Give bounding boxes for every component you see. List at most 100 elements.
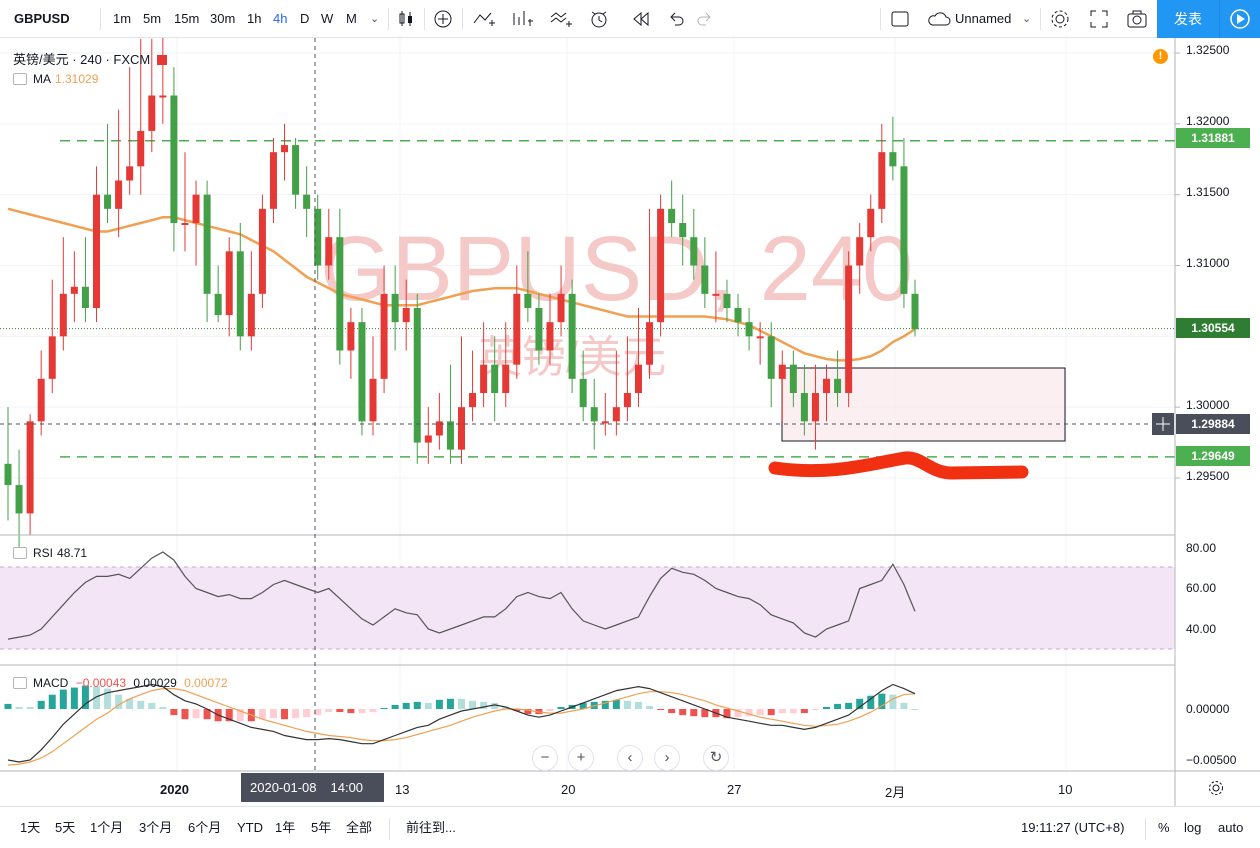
goto-date-button[interactable]: 前往到... xyxy=(406,807,456,848)
interval-d[interactable]: D xyxy=(300,0,309,38)
templates-icon[interactable] xyxy=(549,9,573,29)
macd-lines xyxy=(7,683,916,766)
macd-hist-bar xyxy=(911,709,919,710)
macd-hist-bar xyxy=(789,709,797,714)
macd-hist-bar xyxy=(413,701,421,709)
range-5y[interactable]: 5年 xyxy=(311,807,331,848)
macd-hist-bar xyxy=(800,709,808,714)
chevron-down-icon[interactable]: ⌄ xyxy=(1022,0,1031,38)
range-3m[interactable]: 3个月 xyxy=(139,807,172,848)
replay-icon[interactable] xyxy=(631,9,651,29)
macd-hist-bar xyxy=(679,709,687,716)
range-ytd[interactable]: YTD xyxy=(237,807,263,848)
play-button[interactable] xyxy=(1219,0,1260,38)
axis-settings-icon[interactable] xyxy=(1207,779,1225,797)
ma-legend[interactable]: MA 1.31029 xyxy=(13,72,98,86)
time-label: 2020 xyxy=(160,782,189,797)
level-tag-upper: 1.31881 xyxy=(1176,128,1250,148)
price-tick: 1.31500 xyxy=(1186,185,1230,199)
interval-4h[interactable]: 4h xyxy=(273,0,287,38)
scroll-left-button[interactable]: ‹ xyxy=(617,745,643,771)
candle-body xyxy=(26,421,34,514)
eye-icon[interactable] xyxy=(13,73,27,85)
candle-body xyxy=(524,293,532,308)
auto-toggle[interactable]: auto xyxy=(1218,807,1243,848)
redo-icon[interactable] xyxy=(695,9,715,29)
compare-icon[interactable] xyxy=(472,9,496,29)
toolbar-divider xyxy=(1040,8,1041,30)
rsi-label: RSI xyxy=(33,546,54,560)
price-tick: 1.29500 xyxy=(1186,469,1230,483)
range-6m[interactable]: 6个月 xyxy=(188,807,221,848)
chevron-down-icon[interactable]: ⌄ xyxy=(370,0,379,38)
log-toggle[interactable]: log xyxy=(1184,807,1201,848)
interval-1m[interactable]: 1m xyxy=(113,0,131,38)
macd-hist-bar xyxy=(657,709,665,711)
macd-hist-bar xyxy=(646,705,654,709)
interval-15m[interactable]: 15m xyxy=(174,0,199,38)
symbol-search[interactable]: GBPUSD xyxy=(14,0,70,38)
range-5d[interactable]: 5天 xyxy=(55,807,75,848)
candle-body xyxy=(723,293,731,308)
candle-body xyxy=(590,407,598,422)
percent-toggle[interactable]: % xyxy=(1158,807,1170,848)
rsi-legend[interactable]: RSI 48.71 xyxy=(13,546,87,560)
interval-1h[interactable]: 1h xyxy=(247,0,261,38)
time-label: 10 xyxy=(1058,782,1073,797)
macd-tick: 0.00000 xyxy=(1186,702,1230,716)
add-indicator-icon[interactable] xyxy=(433,9,453,29)
macd-legend[interactable]: MACD −0.00043 0.00029 0.00072 xyxy=(13,676,228,690)
candle-body xyxy=(225,251,233,316)
zoom-out-button[interactable]: − xyxy=(532,745,558,771)
candle-body xyxy=(126,166,134,181)
publish-button[interactable]: 发表 xyxy=(1157,0,1219,38)
candle-body xyxy=(756,336,764,339)
macd-line-path xyxy=(7,683,916,763)
main-legend: 英镑/美元 · 240 · FXCM xyxy=(13,49,167,68)
macd-hist-bar xyxy=(159,706,167,709)
cloud-icon[interactable] xyxy=(926,11,952,27)
candle-body xyxy=(358,322,366,422)
macd-hist-bar xyxy=(446,698,454,709)
candlestick-type-icon[interactable] xyxy=(396,9,416,29)
rsi-tick: 80.00 xyxy=(1186,541,1217,555)
macd-hist-bar xyxy=(435,699,443,709)
camera-icon[interactable] xyxy=(1126,9,1148,29)
layout-name[interactable]: Unnamed xyxy=(955,0,1011,38)
scroll-right-button[interactable]: › xyxy=(654,745,680,771)
chart-canvas[interactable]: GBPUSD, 240 英镑/美元 xyxy=(0,38,1260,806)
candle-body xyxy=(281,145,289,153)
macd-value-hist: −0.00043 xyxy=(75,676,127,690)
macd-hist-bar xyxy=(546,709,554,712)
macd-hist-bar xyxy=(181,709,189,720)
fullscreen-icon[interactable] xyxy=(1089,9,1109,29)
zoom-in-button[interactable]: + xyxy=(568,745,594,771)
price-tick: 1.31000 xyxy=(1186,256,1230,270)
reset-chart-button[interactable]: ↻ xyxy=(703,745,729,771)
range-1m[interactable]: 1个月 xyxy=(90,807,123,848)
candle-body xyxy=(48,336,56,379)
range-1y[interactable]: 1年 xyxy=(275,807,295,848)
toolbar-divider xyxy=(424,8,425,30)
interval-m[interactable]: M xyxy=(346,0,357,38)
toolbar-divider xyxy=(1145,818,1146,840)
macd-hist-bar xyxy=(292,709,300,719)
indicators-icon[interactable] xyxy=(510,9,534,29)
alert-badge[interactable]: ! xyxy=(1153,49,1168,64)
clock[interactable]: 19:11:27 (UTC+8) xyxy=(1021,807,1124,848)
interval-30m[interactable]: 30m xyxy=(210,0,235,38)
eye-icon[interactable] xyxy=(13,547,27,559)
candle-body xyxy=(37,378,45,422)
macd-hist-bar xyxy=(137,700,145,709)
alert-clock-icon[interactable] xyxy=(589,9,611,29)
eye-icon[interactable] xyxy=(13,677,27,689)
candle-body xyxy=(867,208,875,238)
candle-body xyxy=(292,145,300,195)
range-all[interactable]: 全部 xyxy=(346,807,372,848)
range-1d[interactable]: 1天 xyxy=(20,807,40,848)
interval-w[interactable]: W xyxy=(321,0,333,38)
fullscreen-select-icon[interactable] xyxy=(890,9,910,29)
gear-icon[interactable] xyxy=(1049,8,1071,30)
interval-5m[interactable]: 5m xyxy=(143,0,161,38)
undo-icon[interactable] xyxy=(666,9,686,29)
